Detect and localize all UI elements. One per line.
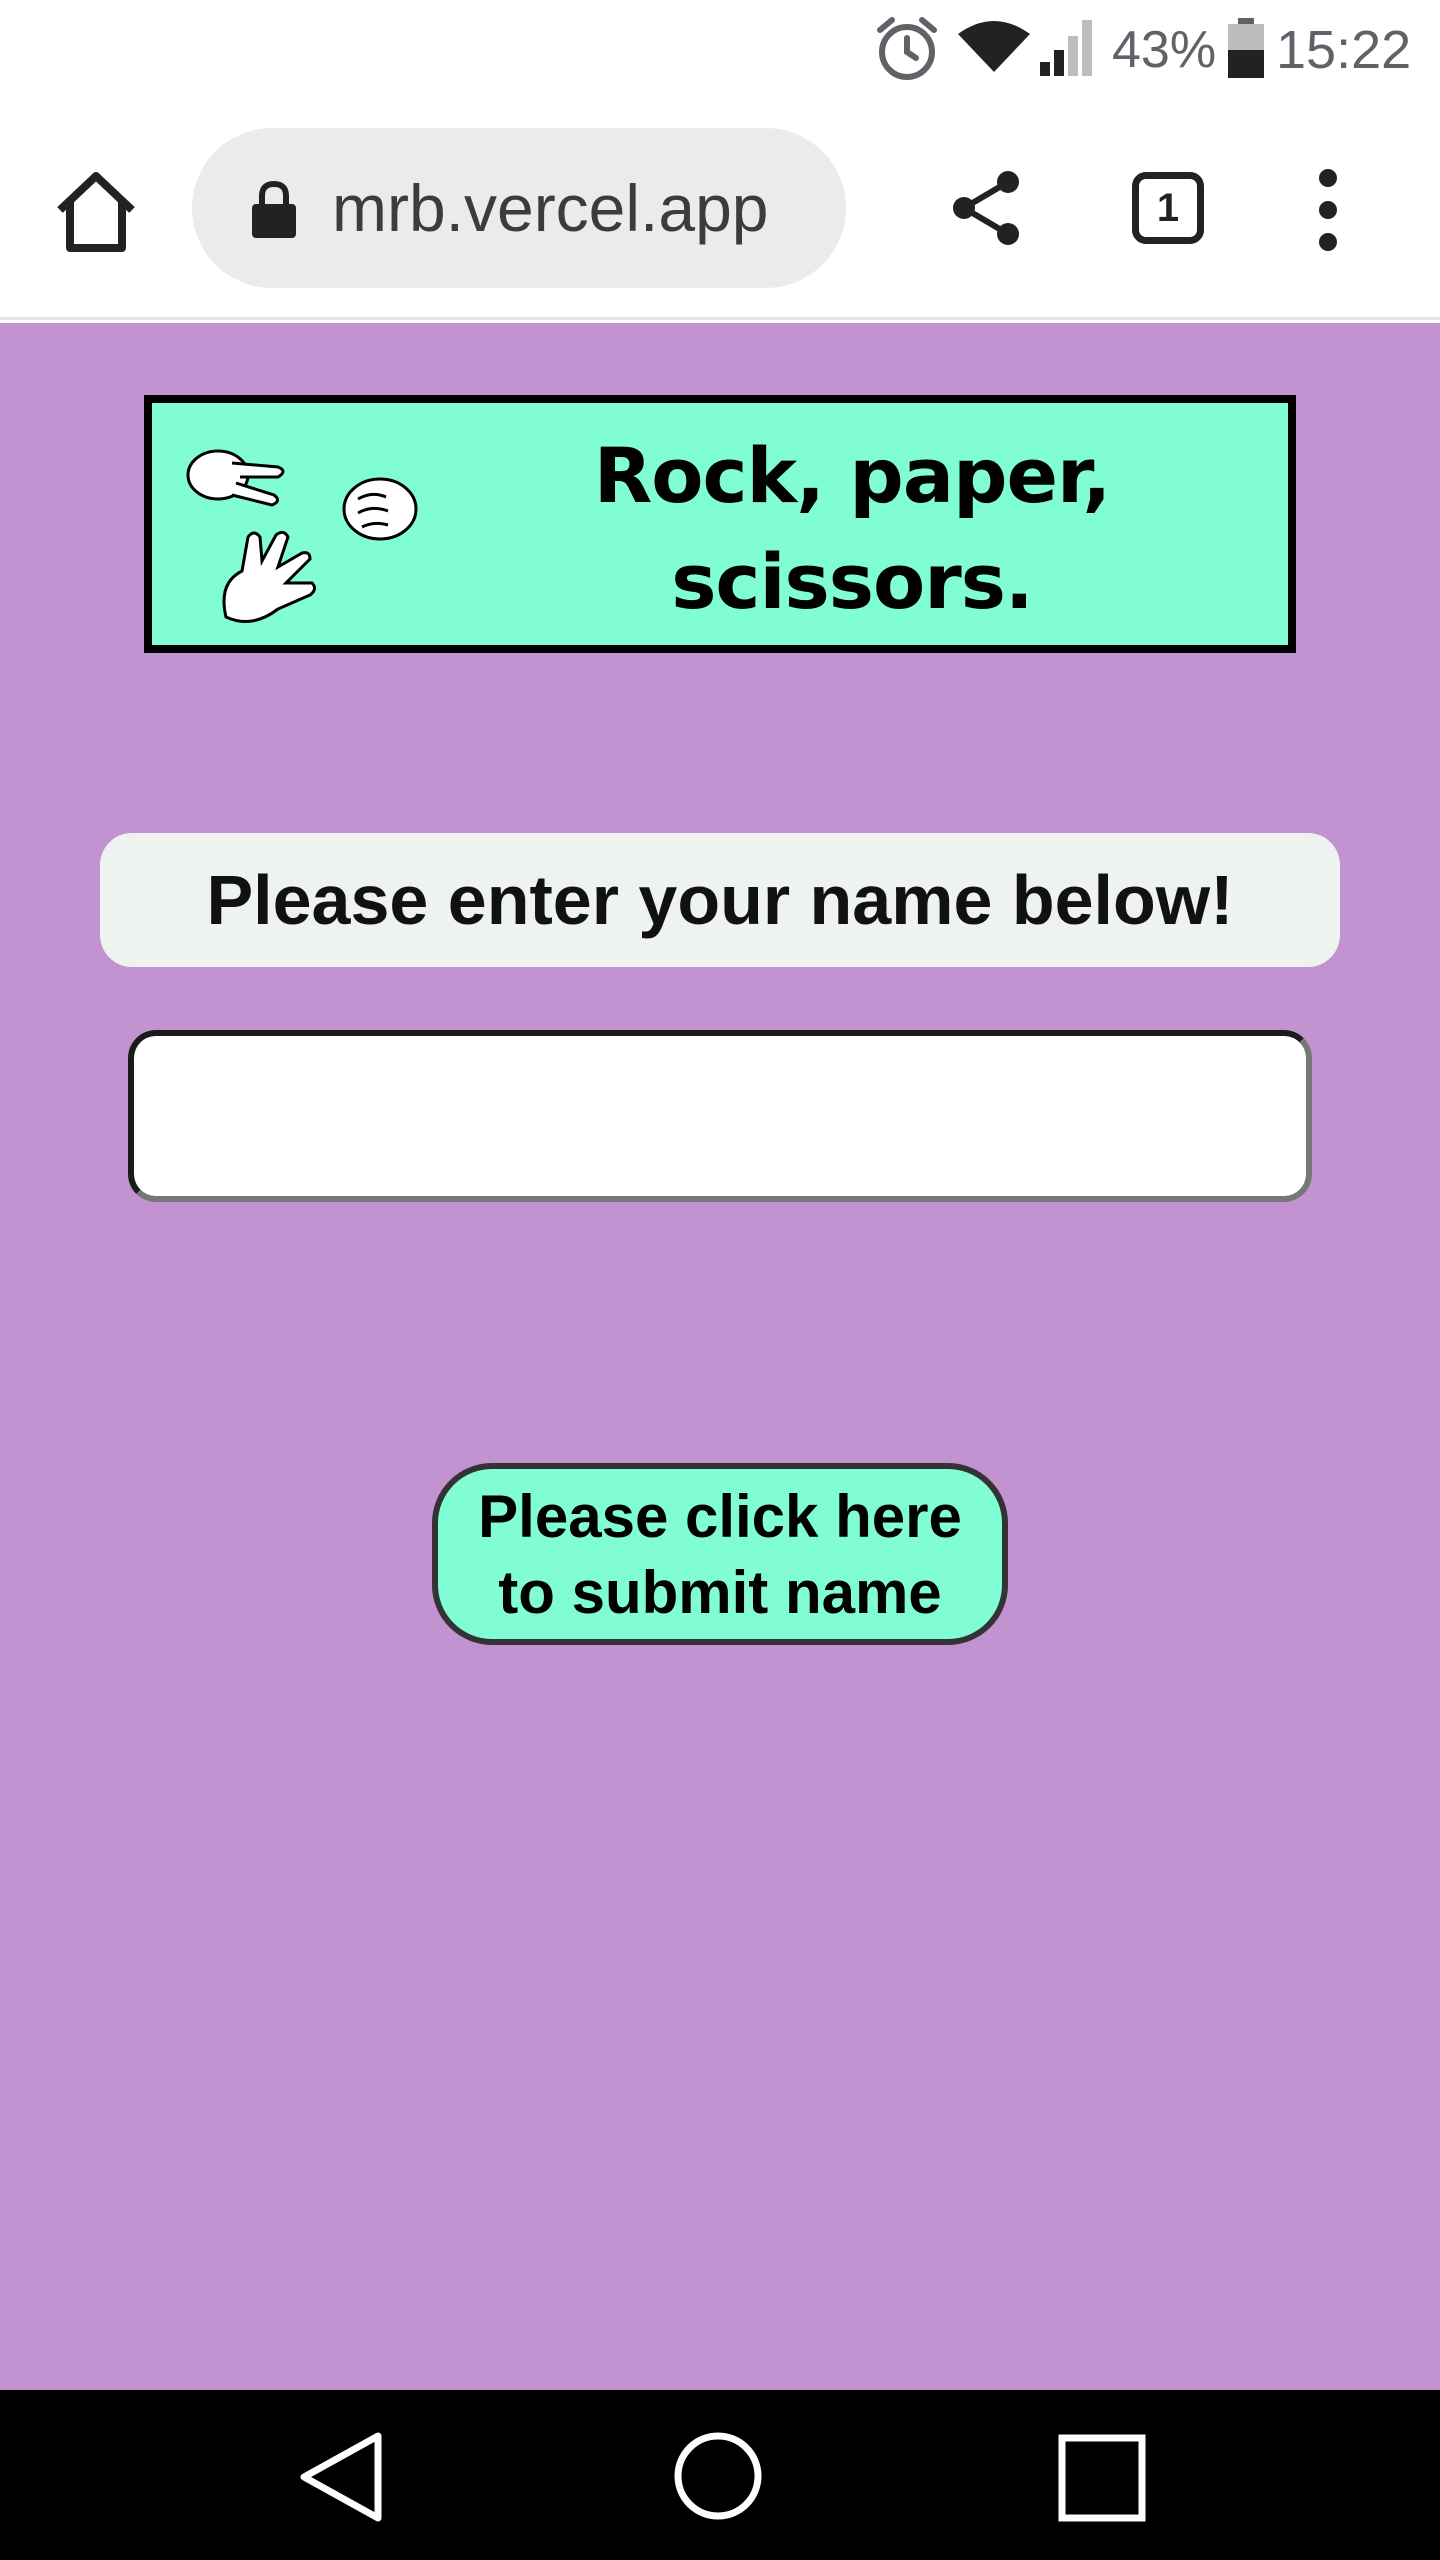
url-bar[interactable]: mrb.vercel.app [192,128,846,288]
tabs-button[interactable]: 1 [1132,172,1204,244]
signal-icon [1040,20,1092,76]
alarm-icon [877,17,937,80]
banner-title-line1: Rock, paper, [593,431,1111,520]
web-page: Rock, paper, scissors. Please enter your… [0,323,1440,2390]
banner-title-line2: scissors. [671,537,1034,626]
title-banner: Rock, paper, scissors. [144,395,1296,653]
battery-percent: 43% [1112,21,1217,79]
home-circle-icon[interactable] [672,2430,764,2522]
navigation-bar [0,2390,1440,2560]
screen: 43% 15:22 mrb.vercel.app 1 Rock, paper, … [0,0,1440,2560]
browser-toolbar: mrb.vercel.app 1 [0,100,1440,320]
home-icon[interactable] [50,166,142,258]
battery-icon [1228,18,1264,78]
share-icon[interactable] [950,170,1022,246]
url-text: mrb.vercel.app [332,171,769,245]
banner-title: Rock, paper, scissors. [532,423,1172,635]
recents-icon[interactable] [1058,2434,1146,2522]
lock-icon [252,180,296,238]
rock-paper-scissors-hands-icon [186,449,418,623]
submit-label-line1: Please click here [478,1483,962,1550]
name-prompt: Please enter your name below! [100,833,1340,967]
submit-name-button[interactable]: Please click here to submit name [432,1463,1008,1645]
clock: 15:22 [1276,20,1412,80]
back-icon[interactable] [296,2430,386,2524]
submit-label-line2: to submit name [498,1559,942,1626]
wifi-icon [958,21,1030,72]
more-vert-icon[interactable] [1306,168,1350,252]
status-bar: 43% 15:22 [0,0,1440,100]
name-input[interactable] [128,1030,1312,1202]
